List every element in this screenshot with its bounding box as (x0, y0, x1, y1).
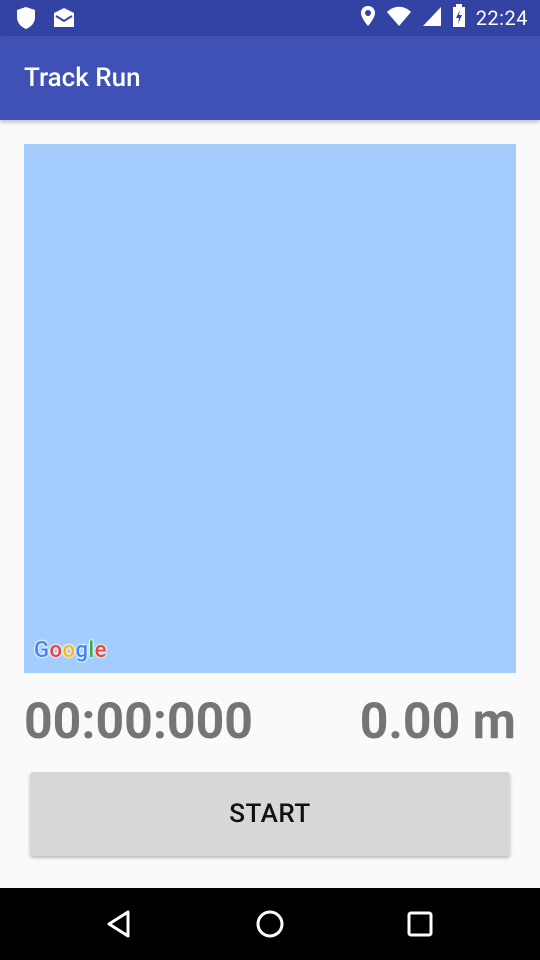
google-logo: Google (34, 638, 107, 663)
nav-bar (0, 888, 540, 960)
location-icon (360, 5, 376, 31)
distance-display: 0.00 m (359, 693, 516, 751)
recents-icon[interactable] (404, 908, 436, 940)
wifi-icon (386, 5, 412, 31)
start-button[interactable]: START (30, 772, 510, 856)
battery-icon (452, 4, 466, 32)
app-bar: Track Run (0, 36, 540, 120)
status-bar-left (16, 6, 76, 34)
signal-icon (422, 5, 442, 31)
back-icon[interactable] (104, 908, 136, 940)
status-bar-right: 22:24 (360, 0, 528, 36)
page-title: Track Run (24, 63, 141, 93)
home-icon[interactable] (254, 908, 286, 940)
timer-display: 00:00:000 (24, 693, 253, 751)
map-view[interactable]: Google (24, 144, 516, 673)
shield-icon (16, 6, 36, 34)
mail-icon (52, 7, 76, 33)
status-bar: 22:24 (0, 0, 540, 36)
run-stats: 00:00:000 0.00 m (24, 693, 516, 753)
status-time: 22:24 (475, 6, 528, 30)
